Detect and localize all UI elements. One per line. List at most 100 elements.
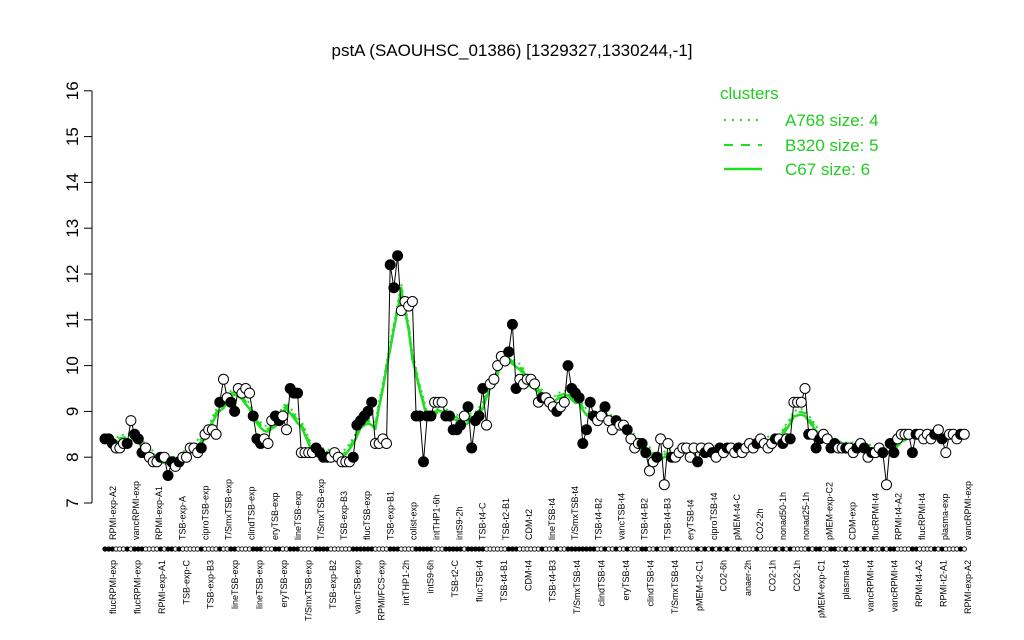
x-tick-label: RPMI-exp-A2 — [108, 486, 118, 540]
x-tick-label: CDM-t2 — [524, 509, 534, 540]
legend: clusters A768 size: 4 B320 size: 5 C67 s… — [720, 84, 879, 179]
legend-entry-b320: B320 size: 5 — [785, 136, 879, 155]
data-point — [888, 447, 900, 459]
data-point — [277, 410, 289, 422]
x-tick-label: lineTSB-t4 — [547, 498, 557, 540]
data-point — [381, 438, 392, 449]
x-tick-label: TSB-t4-B2 — [593, 498, 603, 540]
x-tick-label: vancRPMI-exp — [963, 481, 973, 540]
x-tick-label: RPMI-t4-A2 — [914, 560, 924, 607]
x-tick-label: T/SmxTSB-t4 — [670, 560, 680, 614]
x-tick-label: TSB-exp-B3 — [206, 560, 216, 609]
data-point — [906, 447, 918, 459]
data-point — [481, 419, 492, 431]
data-point — [584, 396, 596, 408]
y-tick-label: 10 — [63, 356, 82, 375]
data-point — [281, 424, 292, 436]
data-point — [262, 438, 274, 449]
data-point — [362, 405, 374, 417]
data-point — [562, 360, 574, 372]
x-tick-label: TSB-t4-B3 — [548, 560, 558, 602]
x-tick-label: TSB-t4-B1 — [499, 560, 509, 602]
data-point — [225, 396, 237, 408]
data-point — [462, 401, 474, 413]
x-tick-label: TSB-exp-B2 — [328, 560, 338, 609]
data-point — [640, 447, 652, 459]
x-tick-label: nonad25-1h — [801, 492, 811, 540]
x-tick-label: lineTSB-exp — [255, 560, 265, 609]
x-tick-label: TSB-exp-B3 — [339, 491, 349, 540]
x-tick-label: TSB-t4-B2 — [640, 498, 650, 540]
legend-title: clusters — [720, 84, 779, 103]
x-tick-label: CO2-1h — [768, 560, 778, 592]
y-tick-label: 9 — [63, 407, 82, 416]
data-point — [662, 438, 674, 449]
x-tick-label: eryTSB-t4 — [686, 499, 696, 540]
x-tick-label: TSB-t4-B3 — [663, 498, 673, 540]
data-point — [621, 424, 633, 436]
x-tick-label: clindTSB-exp — [247, 486, 257, 540]
data-point — [125, 415, 137, 427]
x-tick-label: pMEM-t2-C1 — [694, 560, 704, 611]
x-tick-label: vancTSB-exp — [352, 560, 362, 614]
data-point — [940, 447, 952, 459]
data-point — [247, 410, 259, 422]
x-tick-label: vancRPMI-t4 — [890, 560, 900, 612]
x-tick-label: flucRPMI-t4 — [917, 493, 927, 540]
x-tick-label: vancTSB-t4 — [616, 493, 626, 540]
data-point — [436, 396, 448, 408]
x-tick-label: intTHP1-2h — [401, 560, 411, 606]
legend-entry-c67: C67 size: 6 — [785, 160, 870, 179]
data-point — [473, 410, 485, 422]
x-tick-label: plasma-exp — [940, 493, 950, 540]
x-tick-label: RPMI-exp-A1 — [154, 486, 164, 540]
x-tick-label: T/SmxTSB-exp — [224, 479, 234, 540]
data-point — [210, 428, 222, 440]
data-point — [636, 438, 648, 449]
data-point — [347, 451, 359, 463]
x-tick-label: nonad50-1h — [778, 492, 788, 540]
x-tick-label: RPMI-t2-A1 — [939, 560, 949, 607]
x-tick-label: clindTSB-t4 — [645, 560, 655, 607]
x-tick-label: flucRPMI-t4 — [871, 493, 881, 540]
data-point — [132, 433, 144, 445]
y-tick-label: 15 — [63, 127, 82, 146]
data-point — [218, 373, 229, 385]
x-tick-label: T/SmxTSB-t4 — [572, 560, 582, 614]
data-point — [458, 410, 470, 422]
x-tick-label: ciproTSB-exp — [200, 485, 210, 540]
x-tick-label: CO2-6h — [719, 560, 729, 592]
data-point — [425, 410, 437, 422]
legend-entry-a768: A768 size: 4 — [785, 111, 879, 130]
data-point — [503, 346, 515, 358]
y-tick-label: 11 — [63, 311, 82, 329]
x-tick-label: eryTSB-exp — [279, 560, 289, 608]
x-tick-label: T/SmxTSB-exp — [303, 560, 313, 621]
data-point — [162, 470, 174, 481]
cluster-line-a768 — [104, 284, 965, 459]
x-tick-label: eryTSB-exp — [270, 492, 280, 540]
rug-mark — [961, 546, 967, 552]
x-tick-label: ciproTSB-t4 — [709, 492, 719, 540]
data-point — [244, 387, 255, 399]
x-tick-label: plasma-t4 — [841, 560, 851, 600]
data-point — [599, 401, 611, 413]
x-tick-label: anaer-2h — [743, 560, 753, 596]
data-point — [577, 438, 589, 449]
x-tick-label: RPMI/FCS-exp — [377, 560, 387, 621]
x-tick-label: CDM-exp — [848, 502, 858, 540]
x-tick-label: TSB-exp-B1 — [385, 491, 395, 540]
x-tick-label: intS9-2h — [455, 506, 465, 540]
x-tick-label: T/SmxTSB-exp — [316, 479, 326, 540]
data-point — [292, 387, 304, 399]
data-point — [644, 465, 655, 477]
x-tick-label: TSB-t2-B1 — [501, 498, 511, 540]
data-point — [406, 296, 418, 307]
data-point — [799, 383, 811, 394]
x-tick-label: CDM-t4 — [523, 560, 533, 591]
chart-title: pstA (SAOUHSC_01386) [1329327,1330244,-1… — [331, 41, 692, 60]
x-tick-label: colist-exp — [408, 502, 418, 540]
data-point — [958, 428, 970, 440]
x-tick-label: CO2-1h — [792, 560, 802, 592]
data-point — [140, 442, 152, 454]
